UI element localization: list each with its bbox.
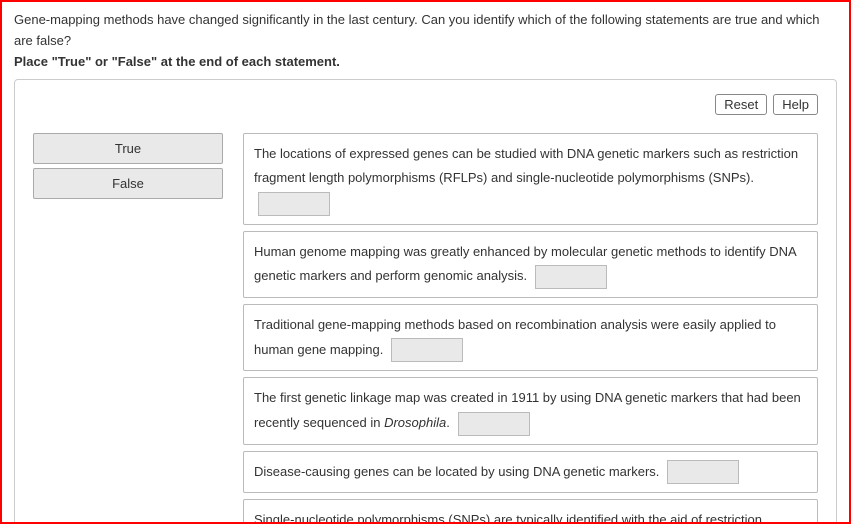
help-button[interactable]: Help — [773, 94, 818, 115]
work-area: True False The locations of expressed ge… — [33, 133, 818, 524]
drop-slot-4[interactable] — [458, 412, 530, 436]
question-frame: Gene-mapping methods have changed signif… — [0, 0, 851, 524]
statement-4-text-c: . — [446, 415, 450, 430]
question-intro: Gene-mapping methods have changed signif… — [14, 10, 837, 52]
draggable-false[interactable]: False — [33, 168, 223, 199]
statement-1-text: The locations of expressed genes can be … — [254, 146, 798, 186]
reset-button[interactable]: Reset — [715, 94, 767, 115]
drop-slot-2[interactable] — [535, 265, 607, 289]
interaction-panel: Reset Help True False The locations of e… — [14, 79, 837, 524]
statement-3: Traditional gene-mapping methods based o… — [243, 304, 818, 371]
statement-2: Human genome mapping was greatly enhance… — [243, 231, 818, 298]
statement-6: Single-nucleotide polymorphisms (SNPs) a… — [243, 499, 818, 524]
statement-2-text: Human genome mapping was greatly enhance… — [254, 244, 796, 284]
draggable-source-column: True False — [33, 133, 223, 203]
drop-slot-3[interactable] — [391, 338, 463, 362]
statement-3-text: Traditional gene-mapping methods based o… — [254, 317, 776, 357]
statement-4-species: Drosophila — [384, 415, 446, 430]
draggable-true[interactable]: True — [33, 133, 223, 164]
panel-toolbar: Reset Help — [33, 94, 818, 115]
statement-6-text: Single-nucleotide polymorphisms (SNPs) a… — [254, 512, 762, 524]
statement-1: The locations of expressed genes can be … — [243, 133, 818, 225]
drop-slot-1[interactable] — [258, 192, 330, 216]
drop-slot-5[interactable] — [667, 460, 739, 484]
statement-5-text: Disease-causing genes can be located by … — [254, 464, 659, 479]
statement-4: The first genetic linkage map was create… — [243, 377, 818, 444]
statements-column: The locations of expressed genes can be … — [243, 133, 818, 524]
statement-5: Disease-causing genes can be located by … — [243, 451, 818, 494]
question-instruction: Place "True" or "False" at the end of ea… — [14, 54, 837, 69]
